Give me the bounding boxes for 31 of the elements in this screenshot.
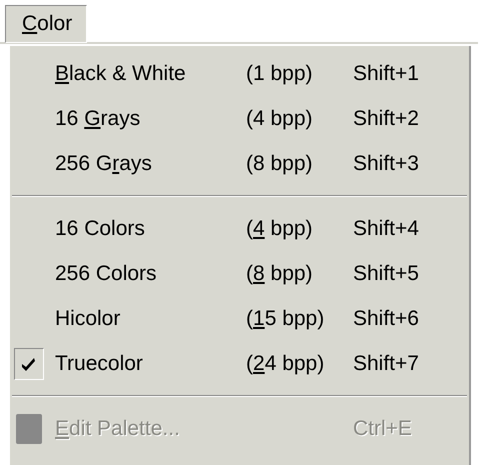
shortcut-label: Shift+1 <box>353 62 419 86</box>
item-label: 256 Grays <box>54 152 152 176</box>
item-label: Truecolor <box>54 352 143 376</box>
menu-title[interactable]: Color <box>5 5 88 43</box>
menu-item[interactable]: Hicolor (15 bpp) Shift+6 <box>10 296 469 341</box>
item-label: 16 Colors <box>54 216 145 240</box>
shortcut-label: Shift+3 <box>353 152 419 176</box>
shortcut-label: Shift+5 <box>353 262 419 286</box>
bit-depth: (4 bpp) <box>246 106 313 130</box>
bit-depth: (1 bpp) <box>246 62 313 86</box>
menu-item[interactable]: Black & White (1 bpp) Shift+1 <box>10 51 469 96</box>
menu-item[interactable]: Truecolor (24 bpp) Shift+7 <box>10 341 469 386</box>
shortcut-label: Shift+4 <box>353 216 419 240</box>
menu-item[interactable]: 16 Grays (4 bpp) Shift+2 <box>10 96 469 141</box>
bit-depth: (8 bpp) <box>246 262 313 286</box>
menu-item[interactable]: 256 Colors (8 bpp) Shift+5 <box>10 251 469 296</box>
bit-depth: (15 bpp) <box>246 306 324 330</box>
bit-depth: (8 bpp) <box>246 152 313 176</box>
menu-item[interactable]: 256 Grays (8 bpp) Shift+3 <box>10 141 469 186</box>
item-label: 16 Grays <box>54 106 140 130</box>
shortcut-label: Shift+6 <box>353 306 419 330</box>
item-label: Edit Palette... <box>54 416 180 440</box>
item-label: 256 Colors <box>54 262 157 286</box>
menu-item[interactable]: 16 Colors (4 bpp) Shift+4 <box>10 206 469 251</box>
shortcut-label: Ctrl+E <box>353 416 412 440</box>
bit-depth: (4 bpp) <box>246 216 313 240</box>
shortcut-label: Shift+2 <box>353 106 419 130</box>
item-label: Hicolor <box>54 306 120 330</box>
item-label: Black & White <box>54 62 186 86</box>
bit-depth: (24 bpp) <box>246 352 324 376</box>
shortcut-label: Shift+7 <box>353 352 419 376</box>
